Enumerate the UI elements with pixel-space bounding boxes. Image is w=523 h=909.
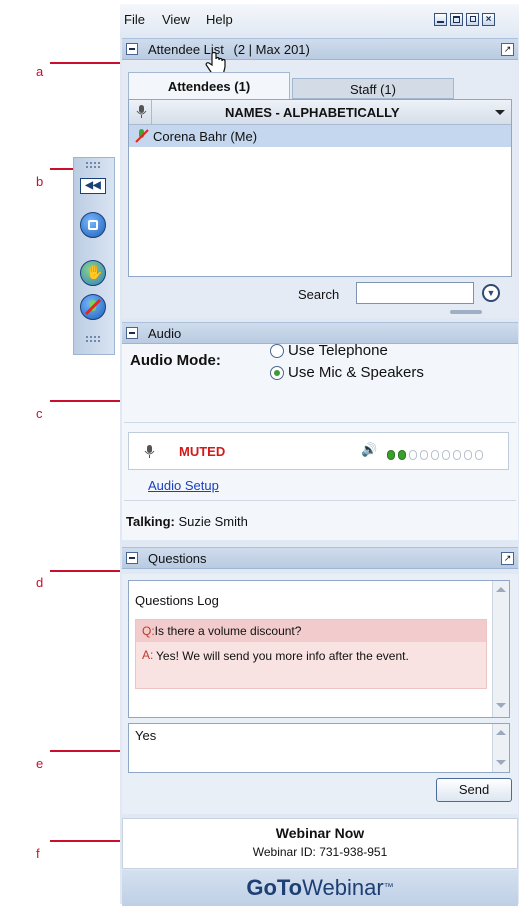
annotation-c: c <box>36 406 43 421</box>
annotation-e: e <box>36 756 44 771</box>
send-button[interactable]: Send <box>436 778 512 802</box>
level-dot-filled <box>398 450 406 460</box>
option-telephone-label[interactable]: Use Telephone <box>288 342 388 359</box>
annotation-f: f <box>36 846 40 861</box>
tab-attendees[interactable]: Attendees (1) <box>128 72 290 99</box>
talking-label: Talking: <box>126 514 175 529</box>
option-mic-speakers-label[interactable]: Use Mic & Speakers <box>288 364 424 381</box>
attendee-name: Corena Bahr (Me) <box>153 129 258 144</box>
toolbar-grip-top[interactable] <box>86 162 102 170</box>
audio-title: Audio <box>148 326 182 341</box>
level-dot-empty <box>464 450 472 460</box>
webinar-info: Webinar Now Webinar ID: 731-938-951 <box>122 818 518 869</box>
radio-mic-speakers[interactable] <box>270 366 284 380</box>
scroll-down-icon[interactable] <box>496 760 506 765</box>
popout-icon[interactable]: ↗ <box>501 43 514 56</box>
attendee-list-header[interactable]: Attendee List (2 | Max 201) ↗ <box>122 38 518 60</box>
questions-log: Questions Log Q:Is there a volume discou… <box>128 580 510 718</box>
talking-name: Suzie Smith <box>178 514 248 529</box>
attendee-count: (2 | Max 201) <box>233 42 310 57</box>
divider <box>124 500 516 501</box>
show-panel-button[interactable] <box>80 212 106 238</box>
menu-file[interactable]: File <box>124 12 145 27</box>
annotation-d: d <box>36 575 44 590</box>
microphone-icon <box>136 105 147 118</box>
collapse-panel-button[interactable]: ◀◀ <box>80 178 106 194</box>
mic-status: MUTED <box>179 444 226 459</box>
webinar-id: Webinar ID: 731-938-951 <box>252 845 388 859</box>
gotowebinar-logo: GoToWebinar™ <box>122 870 518 906</box>
menu-view[interactable]: View <box>162 12 190 27</box>
answer-text: Yes! We will send you more info after th… <box>156 649 409 663</box>
resize-handle[interactable] <box>450 310 482 314</box>
popout-icon[interactable]: ↗ <box>501 552 514 565</box>
questions-header[interactable]: Questions ↗ <box>122 547 518 569</box>
logo-regular-text: Webinar <box>302 875 384 900</box>
microphone-icon <box>144 445 155 458</box>
maximize-icon[interactable] <box>450 13 463 26</box>
level-dot-empty <box>475 450 483 460</box>
floating-toolbar: ◀◀ ✋ <box>73 157 115 355</box>
sort-label: NAMES - ALPHABETICALLY <box>225 105 400 120</box>
tab-staff[interactable]: Staff (1) <box>292 78 454 99</box>
question-entry[interactable]: Q:Is there a volume discount? A: Yes! We… <box>135 619 487 689</box>
speaker-icon: 🔊 <box>361 442 378 457</box>
questions-log-title: Questions Log <box>135 593 219 608</box>
search-label: Search <box>298 287 340 302</box>
menu-bar: File View Help × <box>120 4 519 34</box>
restore-icon[interactable] <box>466 13 479 26</box>
audio-header[interactable]: Audio <box>122 322 518 344</box>
toolbar-grip-bottom[interactable] <box>86 336 102 344</box>
scroll-up-icon[interactable] <box>496 730 506 735</box>
level-dot-empty <box>420 450 428 460</box>
attendee-listbox: NAMES - ALPHABETICALLY Corena Bahr (Me) <box>128 99 512 277</box>
divider <box>124 422 516 423</box>
screen-icon <box>88 220 98 230</box>
question-text: Is there a volume discount? <box>154 624 302 638</box>
questions-log-scrollbar[interactable] <box>492 581 509 717</box>
question-prefix: Q: <box>142 624 155 638</box>
webinar-title: Webinar Now <box>275 825 365 841</box>
raise-hand-button[interactable]: ✋ <box>80 260 106 286</box>
search-input[interactable] <box>356 282 474 304</box>
gotowebinar-control-panel: File View Help × Attendee List (2 | Max … <box>120 4 519 906</box>
collapse-icon[interactable] <box>126 43 138 55</box>
annotation-b: b <box>36 174 44 189</box>
level-dot-filled <box>387 450 395 460</box>
question-input[interactable]: Yes <box>128 723 510 773</box>
logo-tm: ™ <box>383 882 394 893</box>
audio-status-box: MUTED 🔊 <box>128 432 509 470</box>
menu-help[interactable]: Help <box>206 12 233 27</box>
answer-prefix: A: <box>142 648 154 662</box>
search-options-icon[interactable]: ▼ <box>482 284 500 302</box>
mic-muted-icon <box>135 129 149 143</box>
mic-muted-icon <box>84 298 102 316</box>
question-input-text[interactable]: Yes <box>135 728 156 743</box>
sort-dropdown-icon[interactable] <box>495 110 505 115</box>
audio-mode-label: Audio Mode: <box>130 352 221 369</box>
logo-bold-text: GoTo <box>246 875 303 900</box>
level-dot-empty <box>409 450 417 460</box>
annotation-a: a <box>36 64 44 79</box>
close-icon[interactable]: × <box>482 13 495 26</box>
minimize-icon[interactable] <box>434 13 447 26</box>
hand-icon: ✋ <box>86 264 104 280</box>
level-dot-empty <box>453 450 461 460</box>
questions-title: Questions <box>148 551 207 566</box>
attendee-list-column-header[interactable]: NAMES - ALPHABETICALLY <box>129 100 511 125</box>
collapse-icon[interactable] <box>126 327 138 339</box>
speaker-level-meter <box>387 447 486 460</box>
level-dot-empty <box>431 450 439 460</box>
collapse-icon[interactable] <box>126 552 138 564</box>
mic-toggle-button[interactable] <box>80 294 106 320</box>
question-input-scrollbar[interactable] <box>492 724 509 772</box>
scroll-up-icon[interactable] <box>496 587 506 592</box>
audio-setup-link[interactable]: Audio Setup <box>148 478 219 493</box>
scroll-down-icon[interactable] <box>496 703 506 708</box>
level-dot-empty <box>442 450 450 460</box>
radio-telephone[interactable] <box>270 344 284 358</box>
attendee-row[interactable]: Corena Bahr (Me) <box>129 125 511 147</box>
